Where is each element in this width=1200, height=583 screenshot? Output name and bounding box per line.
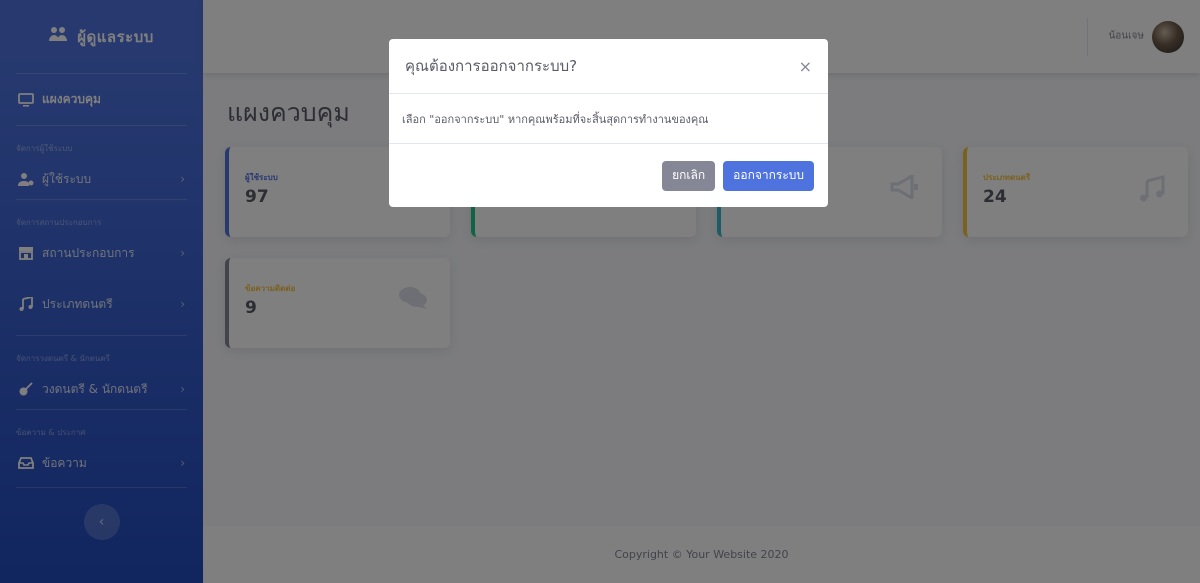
cancel-button[interactable]: ยกเลิก xyxy=(662,160,716,191)
modal-body-text: เลือก "ออกจากระบบ" หากคุณพร้อมที่จะสิ้นส… xyxy=(402,112,709,126)
close-icon[interactable]: × xyxy=(799,57,812,76)
logout-button[interactable]: ออกจากระบบ xyxy=(723,160,814,191)
logout-modal: คุณต้องการออกจากระบบ? × เลือก "ออกจากระบ… xyxy=(389,39,828,207)
modal-title: คุณต้องการออกจากระบบ? xyxy=(405,57,578,75)
